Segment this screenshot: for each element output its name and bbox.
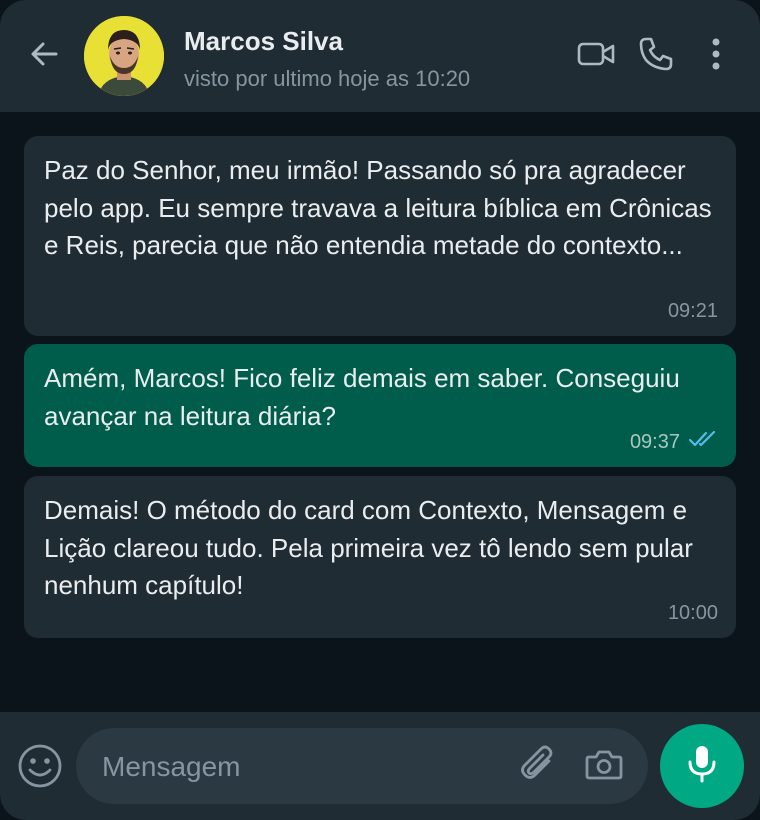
message-bubble-incoming[interactable]: Paz do Senhor, meu irmão! Passando só pr… <box>24 136 736 336</box>
message-text: Demais! O método do card com Contexto, M… <box>44 495 693 600</box>
more-options-button[interactable] <box>700 36 732 76</box>
back-button[interactable] <box>26 38 62 74</box>
back-arrow-icon <box>28 38 60 75</box>
message-input[interactable] <box>100 742 504 792</box>
video-call-icon <box>577 40 615 73</box>
avatar[interactable] <box>84 16 164 96</box>
message-meta: 09:37 <box>630 430 718 453</box>
emoji-button[interactable] <box>16 744 64 792</box>
message-text: Paz do Senhor, meu irmão! Passando só pr… <box>44 155 712 260</box>
contact-name[interactable]: Marcos Silva <box>184 26 343 57</box>
last-seen-status: visto por ultimo hoje as 10:20 <box>184 66 471 91</box>
double-check-read-icon <box>688 430 718 453</box>
camera-button[interactable] <box>582 746 626 786</box>
attach-button[interactable] <box>518 745 558 788</box>
message-composer <box>0 712 760 820</box>
message-meta: 10:00 <box>668 602 718 624</box>
more-options-icon <box>712 38 720 75</box>
voice-message-button[interactable] <box>660 724 744 808</box>
voice-call-button[interactable] <box>636 36 676 76</box>
video-call-button[interactable] <box>576 36 616 76</box>
mic-icon <box>686 744 718 789</box>
emoji-icon <box>17 743 63 794</box>
attach-icon <box>519 745 557 788</box>
message-text: Amém, Marcos! Fico feliz demais em saber… <box>44 363 680 431</box>
camera-icon <box>585 748 623 785</box>
message-time: 09:37 <box>629 430 680 453</box>
message-list[interactable]: Paz do Senhor, meu irmão! Passando só pr… <box>0 112 760 712</box>
message-time: 09:21 <box>667 300 718 322</box>
message-bubble-outgoing[interactable]: Amém, Marcos! Fico feliz demais em saber… <box>24 344 736 467</box>
message-bubble-incoming[interactable]: Demais! O método do card com Contexto, M… <box>24 476 736 638</box>
message-time: 10:00 <box>667 602 718 624</box>
message-input-box <box>76 728 648 804</box>
chat-header: Marcos Silva visto por ultimo hoje as 10… <box>0 0 760 112</box>
message-meta: 09:21 <box>668 300 718 322</box>
phone-icon <box>638 36 674 77</box>
chat-screen: Marcos Silva visto por ultimo hoje as 10… <box>0 0 760 820</box>
